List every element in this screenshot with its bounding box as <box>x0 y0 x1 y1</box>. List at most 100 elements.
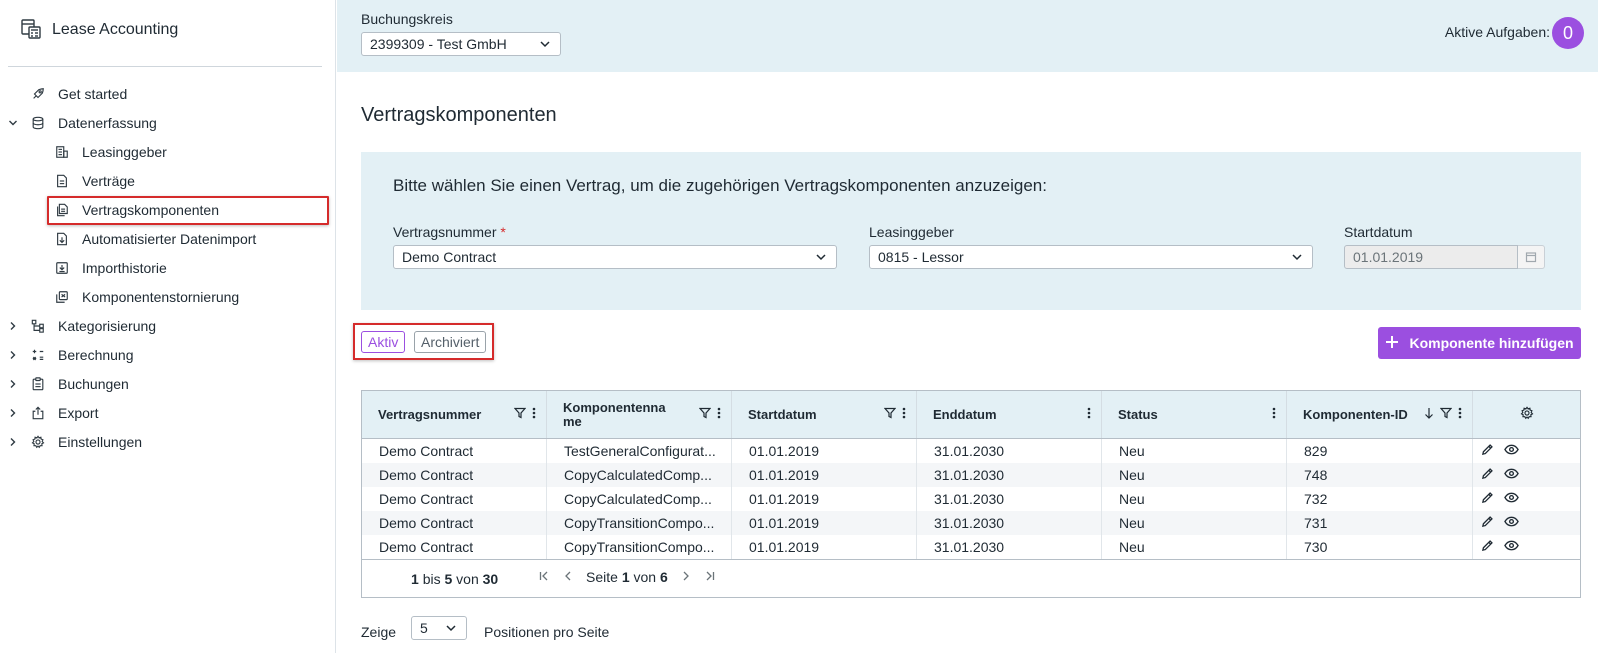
table-row[interactable]: Demo Contract TestGeneralConfigurat... 01.… <box>362 439 1580 463</box>
chevron-right-icon[interactable] <box>6 406 20 420</box>
contract-number-value: Demo Contract <box>402 249 497 265</box>
add-component-label: Komponente hinzufügen <box>1409 335 1574 351</box>
cell-start-date: 01.01.2019 <box>732 511 917 535</box>
page-size-footer: Zeige 5 Positionen pro Seite <box>361 616 609 640</box>
company-code-select[interactable]: 2399309 - Test GmbH <box>361 32 561 56</box>
edit-pencil-icon[interactable] <box>1481 491 1494 507</box>
column-header-status[interactable]: Status <box>1102 391 1287 438</box>
sidebar-item-berechnung[interactable]: Berechnung <box>10 342 134 368</box>
sidebar-item-buchungen[interactable]: Buchungen <box>10 371 129 397</box>
calculator-app-icon <box>20 18 42 43</box>
filter-heading: Bitte wählen Sie einen Vertrag, um die z… <box>393 176 1047 195</box>
more-vertical-icon[interactable] <box>1272 407 1276 422</box>
cell-start-date: 01.01.2019 <box>732 487 917 511</box>
cell-contract-number: Demo Contract <box>362 535 547 559</box>
row-actions <box>1473 535 1519 559</box>
row-actions <box>1473 511 1519 535</box>
cell-end-date: 31.01.2030 <box>917 463 1102 487</box>
cell-end-date: 31.01.2030 <box>917 487 1102 511</box>
archived-filter-button[interactable]: Archiviert <box>414 331 487 353</box>
edit-pencil-icon[interactable] <box>1481 539 1494 555</box>
brand[interactable]: Lease Accounting <box>20 18 178 42</box>
sidebar-item-leasinggeber[interactable]: Leasinggeber <box>54 139 167 165</box>
view-eye-icon[interactable] <box>1504 467 1519 483</box>
view-eye-icon[interactable] <box>1504 539 1519 555</box>
cell-start-date: 01.01.2019 <box>732 439 917 463</box>
sidebar-item-komponentenstornierung[interactable]: Komponentenstornierung <box>54 284 239 310</box>
edit-pencil-icon[interactable] <box>1481 467 1494 483</box>
cell-component-id: 732 <box>1287 487 1473 511</box>
cell-end-date: 31.01.2030 <box>917 535 1102 559</box>
chevron-right-icon[interactable] <box>6 348 20 362</box>
database-icon <box>30 115 46 131</box>
per-page-label: Positionen pro Seite <box>484 624 610 640</box>
next-page-icon[interactable] <box>680 569 692 585</box>
filter-icon[interactable] <box>1439 407 1453 422</box>
edit-pencil-icon[interactable] <box>1481 443 1494 459</box>
table-row[interactable]: Demo Contract CopyTransitionCompo... 01.01… <box>362 511 1580 535</box>
more-vertical-icon[interactable] <box>717 407 721 422</box>
sort-descending-icon[interactable] <box>1424 407 1434 422</box>
sidebar-item-label: Komponentenstornierung <box>82 289 240 305</box>
page-title: Vertragskomponenten <box>361 104 557 126</box>
first-page-icon[interactable] <box>538 569 550 585</box>
last-page-icon[interactable] <box>704 569 716 585</box>
edit-pencil-icon[interactable] <box>1481 515 1494 531</box>
view-eye-icon[interactable] <box>1504 491 1519 507</box>
sidebar-item-importhistorie[interactable]: Importhistorie <box>54 255 167 281</box>
active-filter-button[interactable]: Aktiv <box>361 331 406 353</box>
filter-icon[interactable] <box>513 407 527 422</box>
cell-component-name: CopyTransitionCompo... <box>547 511 732 535</box>
sidebar-item-get-started[interactable]: Get started <box>30 81 127 107</box>
contract-number-select[interactable]: Demo Contract <box>393 245 837 269</box>
settings-gear-icon[interactable] <box>1520 406 1534 423</box>
view-eye-icon[interactable] <box>1504 515 1519 531</box>
column-settings[interactable] <box>1473 391 1580 438</box>
more-vertical-icon[interactable] <box>1458 407 1462 422</box>
header-bar: Buchungskreis 2399309 - Test GmbH Aktive… <box>337 0 1598 72</box>
page-size-select[interactable]: 5 <box>411 616 467 640</box>
filter-icon[interactable] <box>883 407 897 422</box>
chevron-right-icon[interactable] <box>6 377 20 391</box>
sidebar-item-label: Kategorisierung <box>58 318 157 334</box>
column-header-component-id[interactable]: Komponenten-ID <box>1287 391 1473 438</box>
sidebar-item-label: Leasinggeber <box>82 144 167 160</box>
sidebar-item-label: Get started <box>58 86 128 102</box>
cell-start-date: 01.01.2019 <box>732 463 917 487</box>
table-row[interactable]: Demo Contract CopyCalculatedComp... 01.01.… <box>362 463 1580 487</box>
more-vertical-icon[interactable] <box>532 407 536 422</box>
more-vertical-icon[interactable] <box>1087 407 1091 422</box>
sidebar-item-vertragskomponenten[interactable]: Vertragskomponenten <box>54 197 219 223</box>
column-header-component-name[interactable]: Komponentenna me <box>547 391 732 438</box>
export-icon <box>30 405 46 421</box>
add-component-button[interactable]: Komponente hinzufügen <box>1378 327 1581 359</box>
column-header-start-date[interactable]: Startdatum <box>732 391 917 438</box>
table-row[interactable]: Demo Contract CopyTransitionCompo... 01.01… <box>362 535 1580 559</box>
table-row[interactable]: Demo Contract CopyCalculatedComp... 01.01.… <box>362 487 1580 511</box>
divider <box>8 66 322 67</box>
chevron-right-icon[interactable] <box>6 319 20 333</box>
lessor-select[interactable]: 0815 - Lessor <box>869 245 1313 269</box>
sidebar-item-label: Verträge <box>82 173 135 189</box>
previous-page-icon[interactable] <box>562 569 574 585</box>
chevron-down-icon[interactable] <box>6 116 20 130</box>
active-tasks-badge[interactable]: 0 <box>1552 17 1584 49</box>
column-header-end-date[interactable]: Enddatum <box>917 391 1102 438</box>
sidebar-item-export[interactable]: Export <box>10 400 98 426</box>
column-header-contract-number[interactable]: Vertragsnummer <box>362 391 547 438</box>
sidebar-item-datenerfassung[interactable]: Datenerfassung <box>9 110 157 136</box>
view-eye-icon[interactable] <box>1504 443 1519 459</box>
cell-component-name: CopyCalculatedComp... <box>547 463 732 487</box>
sidebar-item-einstellungen[interactable]: Einstellungen <box>10 429 142 455</box>
documents-icon <box>54 202 70 218</box>
sidebar-item-vertraege[interactable]: Verträge <box>54 168 135 194</box>
sidebar-item-kategorisierung[interactable]: Kategorisierung <box>10 313 157 339</box>
chevron-down-icon <box>814 250 828 264</box>
hierarchy-icon <box>30 318 46 334</box>
table-header: Vertragsnummer Komponentenna me Startdat… <box>362 391 1580 439</box>
sidebar-item-automatisierter-datenimport[interactable]: Automatisierter Datenimport <box>54 226 256 252</box>
sidebar: Lease Accounting Get started Datenerfass… <box>0 0 336 653</box>
more-vertical-icon[interactable] <box>902 407 906 422</box>
filter-icon[interactable] <box>698 407 712 422</box>
chevron-right-icon[interactable] <box>6 435 20 449</box>
